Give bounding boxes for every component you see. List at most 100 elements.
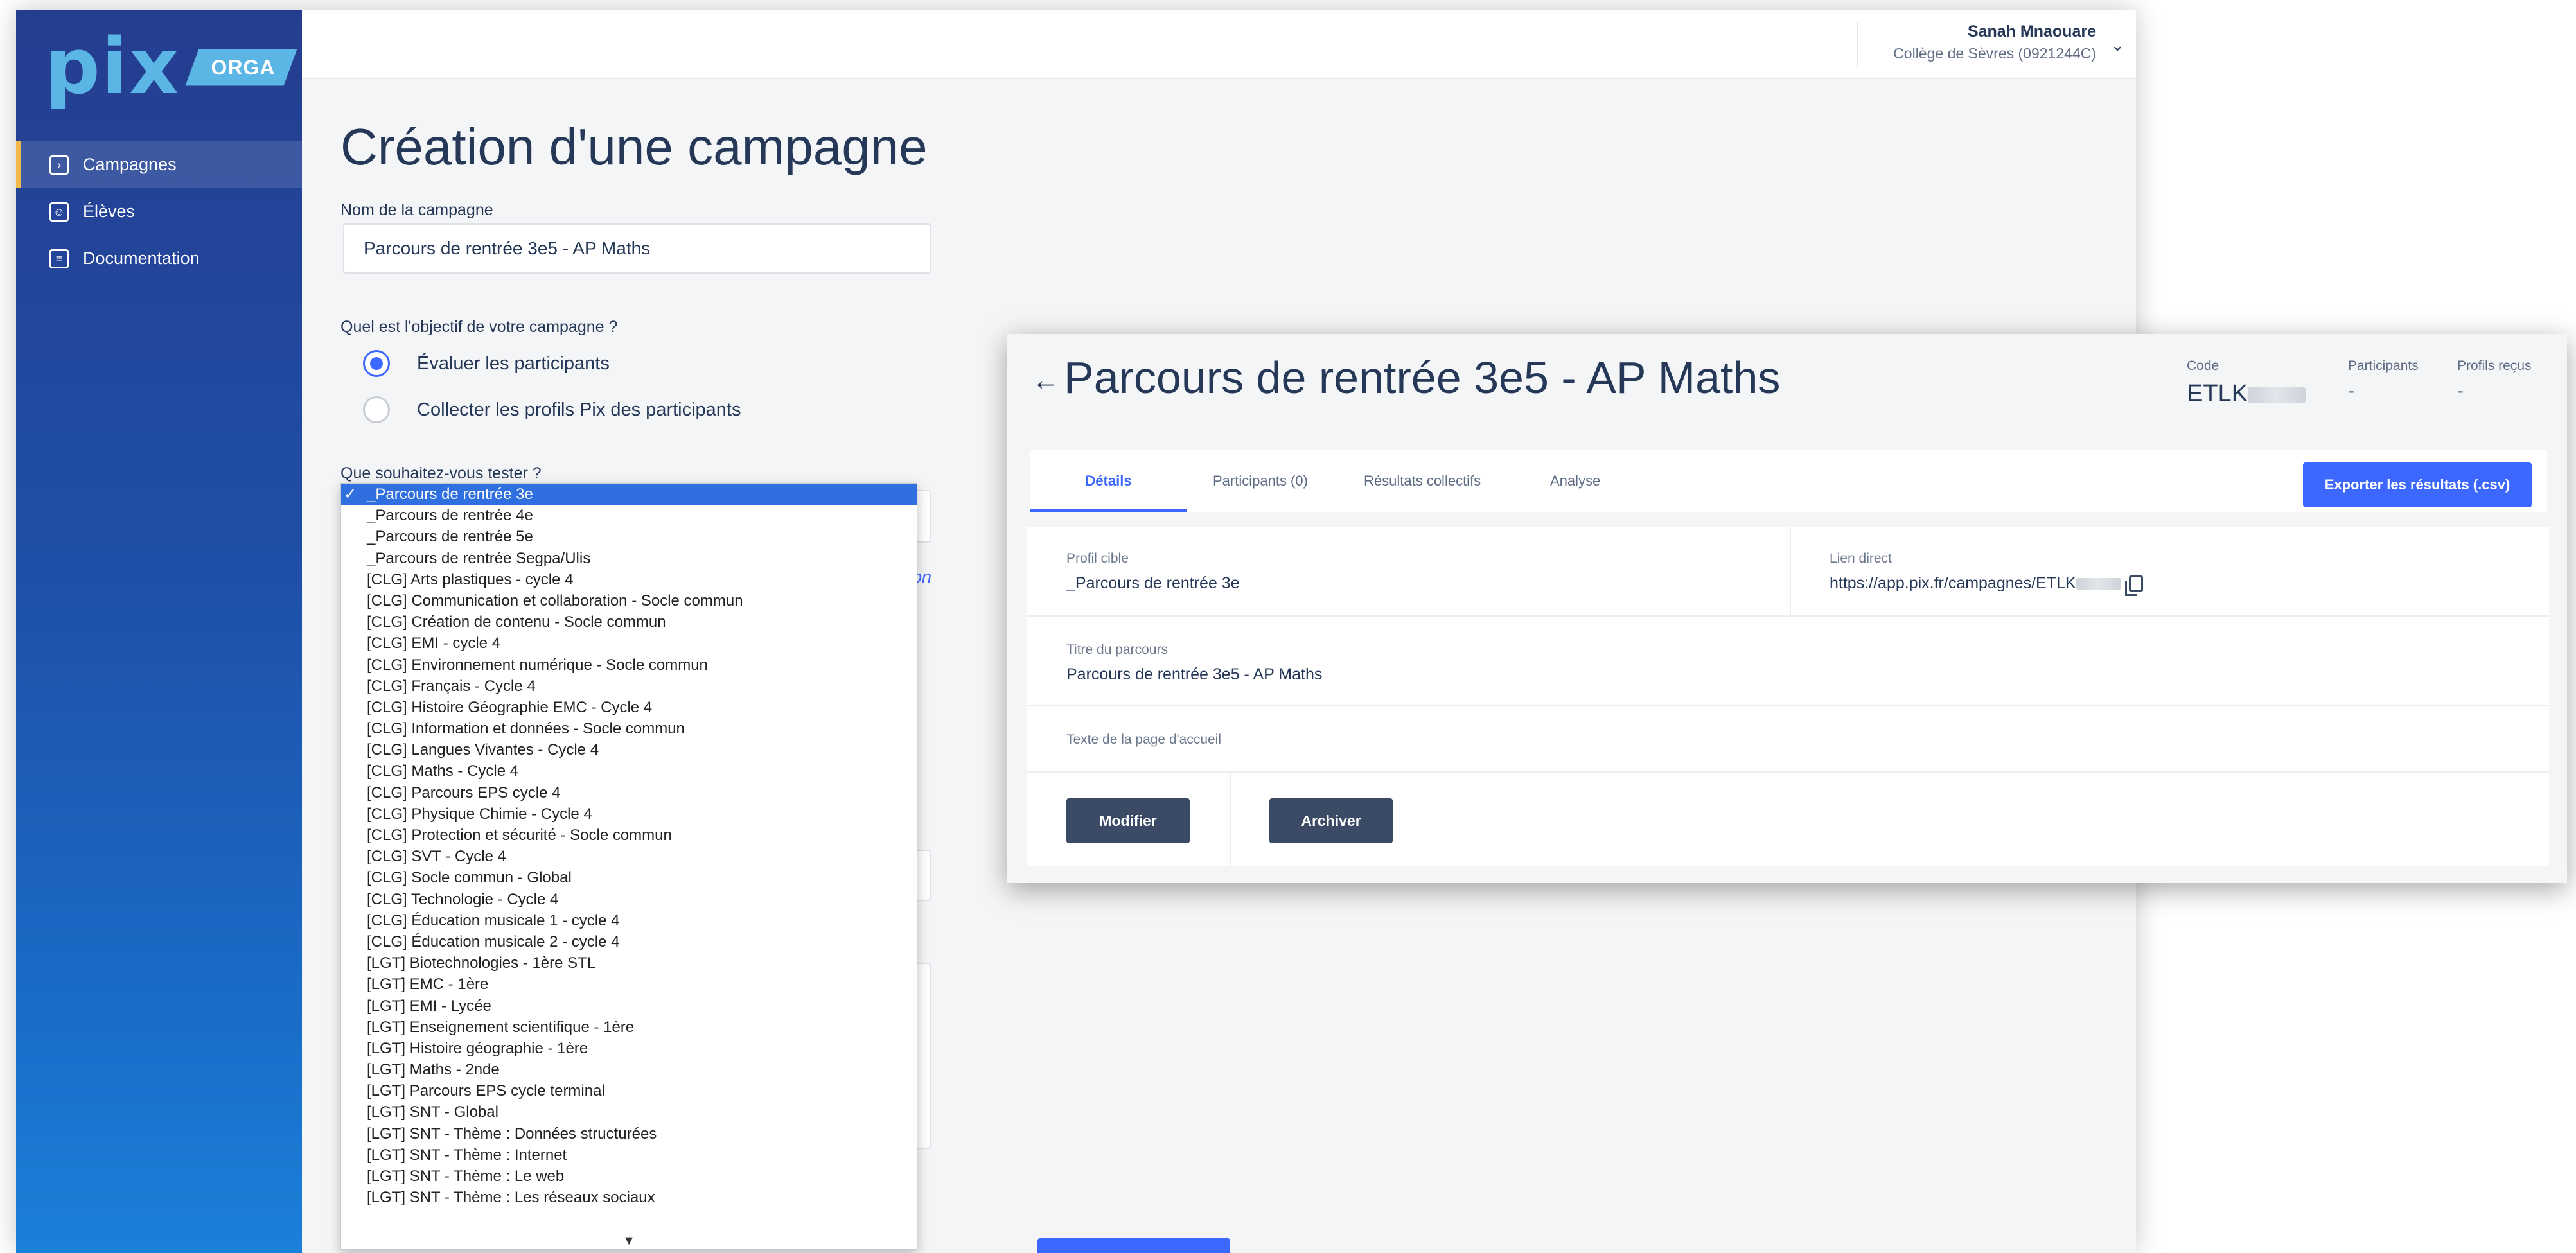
- tab-analysis[interactable]: Analyse: [1550, 450, 1600, 512]
- dropdown-option[interactable]: [LGT] SNT - Thème : Le web: [341, 1166, 917, 1187]
- export-results-button[interactable]: Exporter les résultats (.csv): [2303, 462, 2532, 507]
- dropdown-option[interactable]: [CLG] Socle commun - Global: [341, 867, 917, 888]
- dropdown-option[interactable]: [LGT] SNT - Thème : Données structurées: [341, 1123, 917, 1144]
- dropdown-option-label: [LGT] Maths - 2nde: [367, 1061, 500, 1079]
- dropdown-option[interactable]: [LGT] Histoire géographie - 1ère: [341, 1038, 917, 1059]
- dropdown-option-label: [LGT] Biotechnologies - 1ère STL: [367, 954, 596, 972]
- user-menu[interactable]: Sanah Mnaouare Collège de Sèvres (092124…: [1857, 22, 2096, 67]
- dropdown-option-label: [CLG] Éducation musicale 1 - cycle 4: [367, 911, 620, 929]
- campaign-tabs: Détails Participants (0) Résultats colle…: [1030, 450, 2547, 512]
- dropdown-option[interactable]: [LGT] EMC - 1ère: [341, 974, 917, 995]
- dropdown-option[interactable]: [LGT] Maths - 2nde: [341, 1059, 917, 1080]
- dropdown-option[interactable]: [CLG] Français - Cycle 4: [341, 676, 917, 697]
- target-profile-dropdown-list[interactable]: ✓ _Parcours de rentrée 3e _Parcours de ren…: [340, 483, 917, 1250]
- dropdown-option[interactable]: _Parcours de rentrée 5e: [341, 526, 917, 547]
- tab-participants[interactable]: Participants (0): [1213, 450, 1308, 512]
- dropdown-option-label: _Parcours de rentrée Segpa/Ulis: [367, 549, 591, 567]
- dropdown-option[interactable]: [CLG] Physique Chimie - Cycle 4: [341, 803, 917, 825]
- sidebar-item-eleves[interactable]: ☺ Élèves: [16, 188, 302, 235]
- dropdown-option[interactable]: [LGT] SNT - Thème : Les réseaux sociaux: [341, 1187, 917, 1208]
- stat-value: -: [2348, 380, 2354, 401]
- dropdown-option-label: [CLG] Création de contenu - Socle commun: [367, 613, 666, 631]
- copy-icon[interactable]: [2124, 575, 2143, 597]
- campaign-code-value: ETLK: [2187, 380, 2248, 407]
- user-organization: Collège de Sèvres (0921244C): [1893, 45, 2096, 62]
- topbar: Sanah Mnaouare Collège de Sèvres (092124…: [302, 10, 2136, 79]
- sidebar: pix ORGA › Campagnes ☺ Élèves ≡ Document…: [16, 10, 302, 1253]
- page-title: Création d'une campagne: [340, 118, 928, 175]
- dropdown-option[interactable]: _Parcours de rentrée Segpa/Ulis: [341, 548, 917, 569]
- dropdown-option[interactable]: [CLG] EMI - cycle 4: [341, 633, 917, 654]
- sidebar-item-documentation[interactable]: ≡ Documentation: [16, 235, 302, 282]
- dropdown-option[interactable]: [LGT] EMI - Lycée: [341, 995, 917, 1017]
- dropdown-option[interactable]: [CLG] Maths - Cycle 4: [341, 760, 917, 782]
- dropdown-option[interactable]: [LGT] Enseignement scientifique - 1ère: [341, 1017, 917, 1038]
- details-actions: Modifier Archiver: [1027, 773, 2549, 866]
- campaign-name-input[interactable]: Parcours de rentrée 3e5 - AP Maths: [343, 223, 931, 274]
- radio-button[interactable]: [363, 396, 390, 423]
- book-icon: ≡: [49, 249, 69, 268]
- dropdown-option[interactable]: [LGT] SNT - Global: [341, 1101, 917, 1123]
- goal-option-collect[interactable]: Collecter les profils Pix des participan…: [363, 396, 741, 423]
- dropdown-option[interactable]: _Parcours de rentrée 4e: [341, 505, 917, 526]
- dropdown-option-label: [LGT] SNT - Thème : Les réseaux sociaux: [367, 1189, 655, 1207]
- field-value: https://app.pix.fr/campagnes/ETLK: [1830, 574, 2143, 597]
- dropdown-option[interactable]: [CLG] Éducation musicale 2 - cycle 4: [341, 931, 917, 952]
- dropdown-option[interactable]: [CLG] Langues Vivantes - Cycle 4: [341, 739, 917, 760]
- sidebar-item-campagnes[interactable]: › Campagnes: [16, 141, 302, 188]
- dropdown-option-label: [LGT] Parcours EPS cycle terminal: [367, 1082, 605, 1100]
- dropdown-option-label: _Parcours de rentrée 3e: [367, 486, 533, 503]
- goal-option-evaluate[interactable]: Évaluer les participants: [363, 350, 610, 377]
- campaign-code: ETLK: [2187, 380, 2306, 408]
- course-title-field: Titre du parcours Parcours de rentrée 3e…: [1066, 642, 1322, 684]
- field-label: Lien direct: [1830, 551, 1892, 566]
- sidebar-item-label: Campagnes: [83, 155, 177, 174]
- scroll-down-arrow-icon[interactable]: ▼: [341, 1232, 917, 1249]
- sidebar-item-label: Élèves: [83, 202, 136, 221]
- dropdown-option[interactable]: [CLG] SVT - Cycle 4: [341, 846, 917, 867]
- dropdown-option[interactable]: [CLG] Technologie - Cycle 4: [341, 889, 917, 910]
- dropdown-option[interactable]: [CLG] Parcours EPS cycle 4: [341, 782, 917, 803]
- dropdown-option[interactable]: [CLG] Protection et sécurité - Socle com…: [341, 825, 917, 846]
- chevron-down-icon[interactable]: ⌄: [2110, 35, 2124, 55]
- dropdown-option[interactable]: [LGT] Parcours EPS cycle terminal: [341, 1080, 917, 1101]
- dropdown-option-label: [LGT] Enseignement scientifique - 1ère: [367, 1018, 635, 1036]
- tab-collective-results[interactable]: Résultats collectifs: [1364, 450, 1481, 512]
- dropdown-option-selected[interactable]: ✓ _Parcours de rentrée 3e: [341, 484, 917, 505]
- campaign-details-card: Profil cible _Parcours de rentrée 3e Lie…: [1027, 527, 2549, 866]
- dropdown-option[interactable]: [LGT] Biotechnologies - 1ère STL: [341, 952, 917, 974]
- dropdown-option-label: [CLG] Communication et collaboration - S…: [367, 591, 743, 609]
- back-arrow-icon[interactable]: ←: [1032, 365, 1060, 397]
- stat-code: Code ETLK: [2187, 358, 2306, 408]
- create-campaign-button[interactable]: [1037, 1238, 1230, 1253]
- dropdown-option-label: [LGT] EMI - Lycée: [367, 997, 491, 1015]
- test-label: Que souhaitez-vous tester ?: [340, 464, 542, 482]
- campaign-title: Parcours de rentrée 3e5 - AP Maths: [1064, 353, 1781, 403]
- modify-button[interactable]: Modifier: [1066, 798, 1190, 843]
- stat-participants: Participants -: [2348, 358, 2419, 402]
- dropdown-option-label: _Parcours de rentrée 5e: [367, 528, 533, 546]
- dropdown-option-label: [CLG] Français - Cycle 4: [367, 677, 536, 695]
- dropdown-option-label: [CLG] Histoire Géographie EMC - Cycle 4: [367, 698, 653, 716]
- target-profile-field: Profil cible _Parcours de rentrée 3e: [1066, 551, 1240, 593]
- dropdown-option-label: [LGT] Histoire géographie - 1ère: [367, 1039, 588, 1057]
- dropdown-option[interactable]: [CLG] Histoire Géographie EMC - Cycle 4: [341, 697, 917, 718]
- tab-details[interactable]: Détails: [1030, 450, 1187, 512]
- dropdown-option[interactable]: [CLG] Information et données - Socle com…: [341, 718, 917, 739]
- dropdown-option-label: [CLG] Socle commun - Global: [367, 869, 572, 887]
- dropdown-option[interactable]: [CLG] Communication et collaboration - S…: [341, 590, 917, 611]
- direct-link[interactable]: https://app.pix.fr/campagnes/ETLK: [1830, 574, 2076, 592]
- radio-button-checked[interactable]: [363, 350, 390, 377]
- archive-button[interactable]: Archiver: [1269, 798, 1393, 843]
- dropdown-option[interactable]: [CLG] Arts plastiques - cycle 4: [341, 569, 917, 590]
- campaign-name-label: Nom de la campagne: [340, 201, 493, 219]
- dropdown-option[interactable]: [LGT] SNT - Thème : Internet: [341, 1144, 917, 1166]
- dropdown-option[interactable]: [CLG] Environnement numérique - Socle co…: [341, 654, 917, 676]
- dropdown-option[interactable]: [CLG] Création de contenu - Socle commun: [341, 611, 917, 633]
- dropdown-option-label: _Parcours de rentrée 4e: [367, 507, 533, 525]
- campaign-detail-window: ← Parcours de rentrée 3e5 - AP Maths Cod…: [1007, 334, 2567, 883]
- dropdown-option[interactable]: [CLG] Éducation musicale 1 - cycle 4: [341, 910, 917, 931]
- students-icon: ☺: [49, 202, 69, 222]
- pix-orga-logo[interactable]: pix ORGA: [45, 29, 297, 106]
- welcome-text-label: Texte de la page d'accueil: [1066, 732, 1222, 747]
